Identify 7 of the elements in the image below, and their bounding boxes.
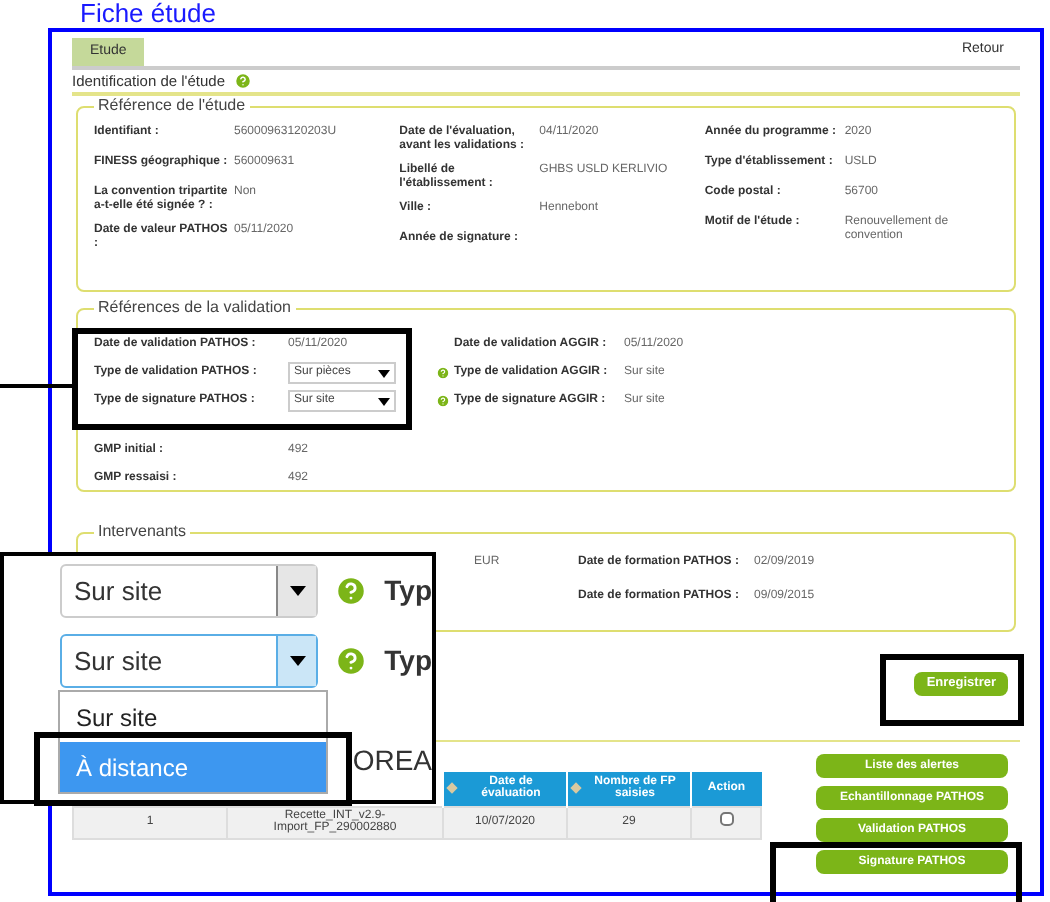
page-title: Fiche étude [80, 0, 216, 28]
heading-fragment: OREA [352, 742, 432, 780]
field-label: Typ [384, 642, 432, 680]
field-label: Typ [384, 572, 432, 610]
fieldset-legend: Intervenants [94, 522, 191, 542]
fieldset-legend: Références de la validation [94, 298, 296, 318]
fieldset-legend: Référence de l'étude [94, 96, 250, 116]
